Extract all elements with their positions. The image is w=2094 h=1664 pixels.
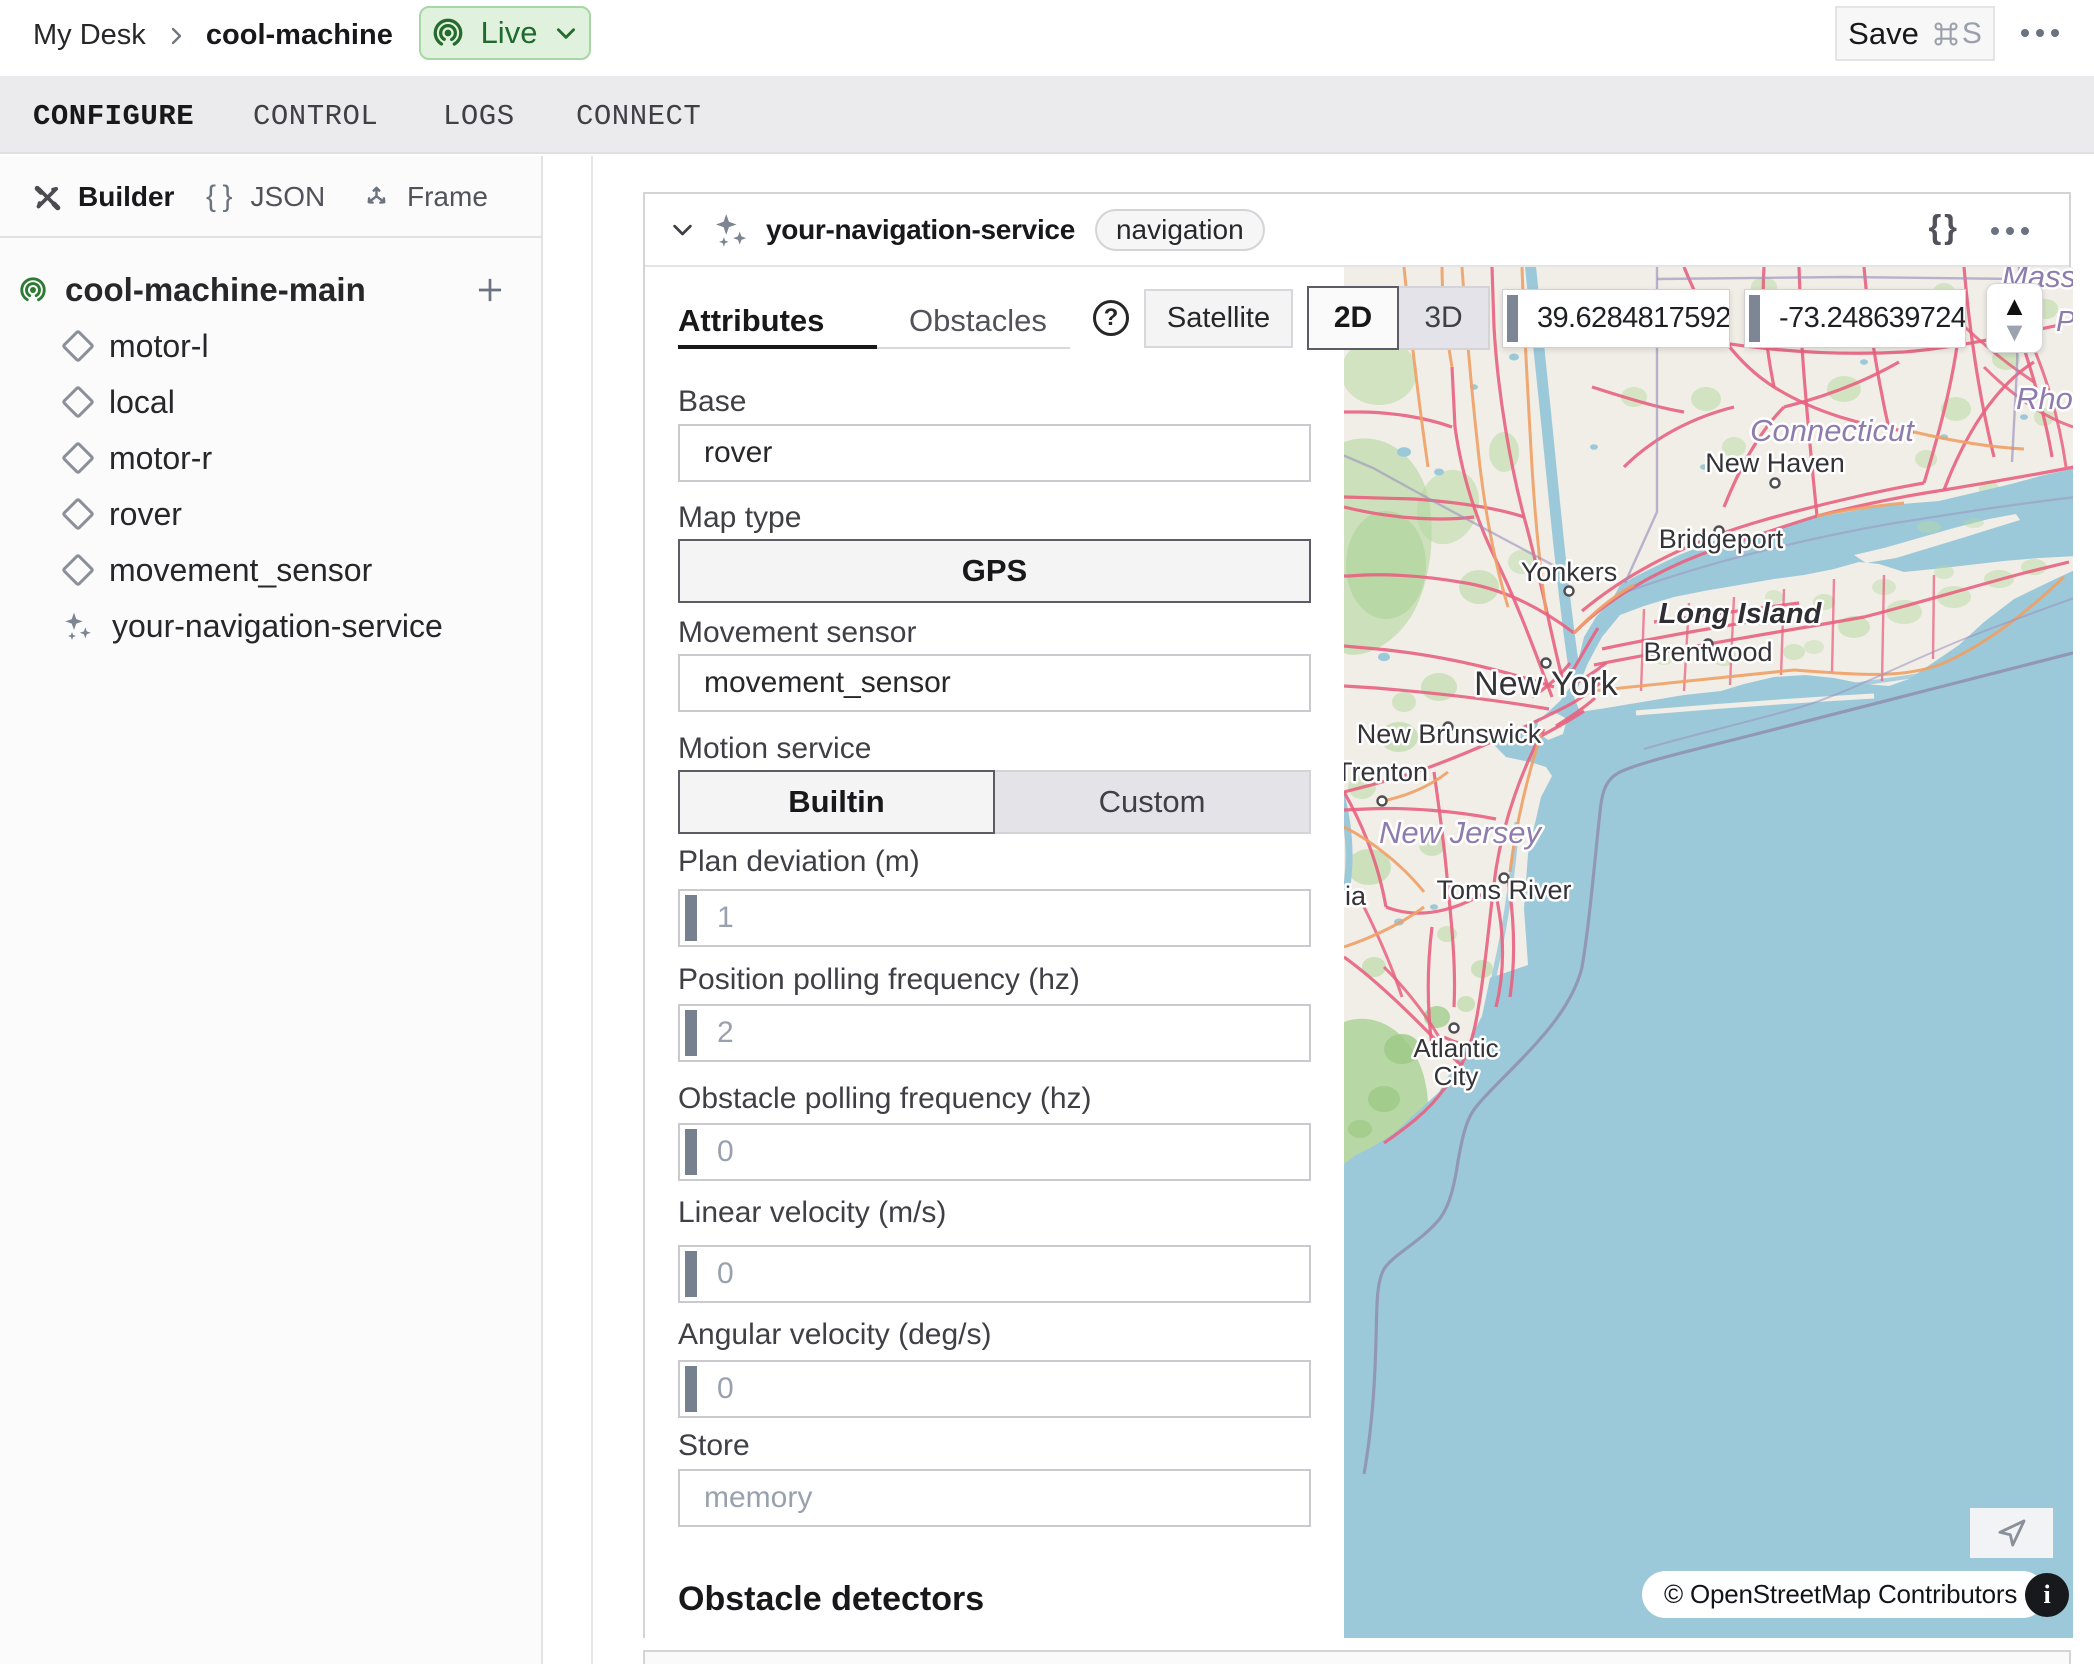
svg-text:Brentwood: Brentwood	[1643, 637, 1772, 667]
svg-text:Long Island: Long Island	[1659, 598, 1823, 630]
svg-text:City: City	[1434, 1061, 1479, 1091]
svg-text:Rhode: Rhode	[2016, 381, 2073, 416]
svg-text:Atlantic: Atlantic	[1413, 1033, 1498, 1063]
svg-text:Connecticut: Connecticut	[1750, 413, 1915, 448]
svg-text:Bridgeport: Bridgeport	[1659, 524, 1784, 554]
svg-text:Prov: Prov	[2056, 306, 2073, 338]
svg-text:New York: New York	[1474, 665, 1619, 703]
svg-text:Yonkers: Yonkers	[1521, 557, 1618, 587]
svg-text:Trenton: Trenton	[1344, 757, 1428, 787]
svg-text:Toms River: Toms River	[1436, 875, 1571, 905]
svg-text:New Jersey: New Jersey	[1379, 815, 1543, 850]
svg-text:New Brunswick: New Brunswick	[1357, 719, 1542, 749]
svg-text:New Haven: New Haven	[1705, 448, 1845, 478]
svg-text:nia: nia	[1344, 881, 1367, 911]
